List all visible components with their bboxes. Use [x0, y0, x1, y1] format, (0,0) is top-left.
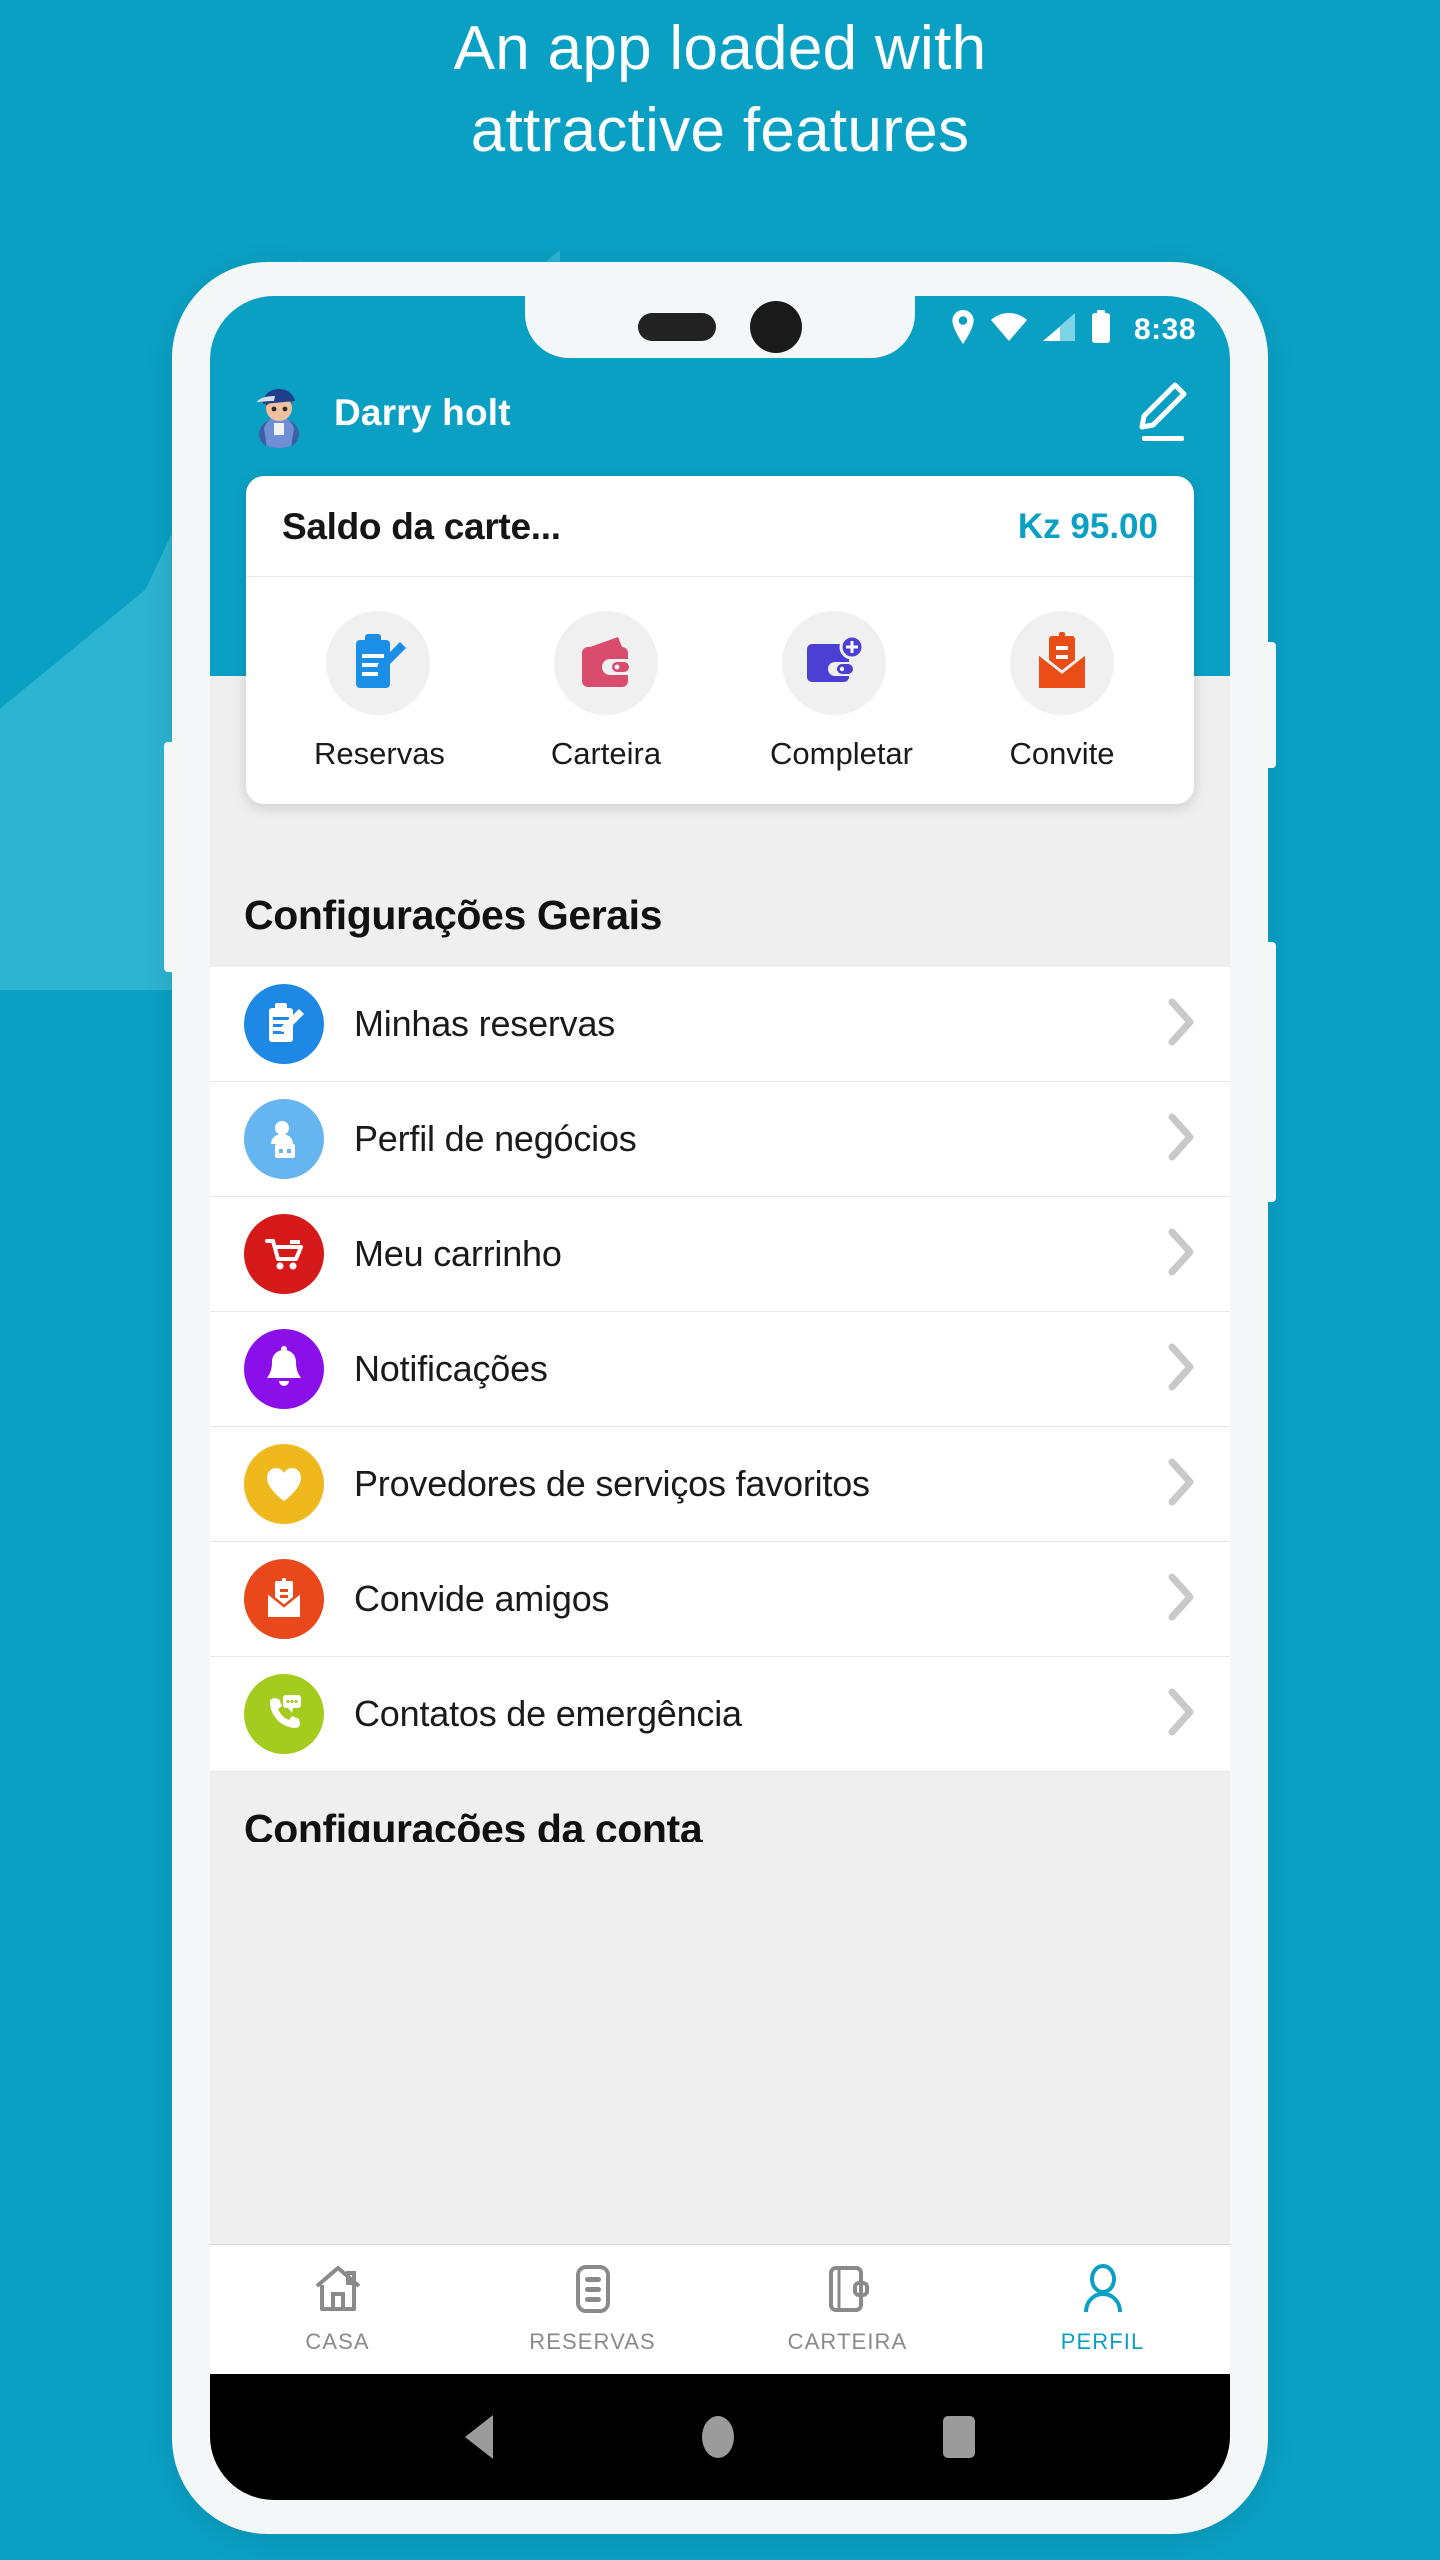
settings-content: Configurações Gerais Minhas reservas Per…	[210, 676, 1230, 1842]
clipboard-pencil-icon	[244, 984, 324, 1064]
list-item-convide-amigos[interactable]: Convide amigos	[210, 1542, 1230, 1657]
invite-envelope-icon	[244, 1559, 324, 1639]
avatar[interactable]	[244, 378, 314, 448]
header-user-name: Darry holt	[334, 392, 511, 433]
list-item-label: Notificações	[354, 1348, 548, 1389]
home-icon	[312, 2264, 364, 2319]
location-icon	[950, 310, 976, 349]
section-title-account: Configurações da conta	[210, 1772, 1230, 1842]
list-item-notificacoes[interactable]: Notificações	[210, 1312, 1230, 1427]
list-item-provedores-favoritos[interactable]: Provedores de serviços favoritos	[210, 1427, 1230, 1542]
list-item-meu-carrinho[interactable]: Meu carrinho	[210, 1197, 1230, 1312]
wallet-icon	[824, 2264, 872, 2319]
clipboard-pencil-icon	[326, 611, 430, 715]
promo-headline: An app loaded with attractive features	[0, 18, 1440, 162]
list-item-label: Meu carrinho	[354, 1233, 562, 1274]
shopping-cart-icon	[244, 1214, 324, 1294]
status-bar: 8:38	[210, 296, 1230, 358]
power-button[interactable]	[1260, 942, 1276, 1202]
front-camera	[750, 301, 802, 353]
android-navigation-bar	[210, 2374, 1230, 2500]
settings-list: Minhas reservas Perfil de negócios Meu c…	[210, 967, 1230, 1772]
status-bar-icons: 8:38	[950, 310, 1196, 349]
tab-casa[interactable]: CASA	[210, 2264, 465, 2355]
home-circle-icon[interactable]	[701, 2416, 734, 2458]
list-item-minhas-reservas[interactable]: Minhas reservas	[210, 967, 1230, 1082]
status-bar-time: 8:38	[1133, 312, 1196, 346]
chevron-right-icon	[1166, 1573, 1196, 1626]
quick-action-label: Carteira	[550, 736, 662, 771]
headline-line-2: attractive features	[470, 96, 970, 165]
wallet-balance-label: Saldo da carte...	[282, 506, 561, 547]
bottom-tab-bar: CASA RESERVAS CARTEIRA PERFIL	[210, 2244, 1230, 2374]
phone-screen: 8:38 Darry holt Saldo da carte... Kz 95.…	[210, 296, 1230, 2500]
list-item-contatos-emergencia[interactable]: Contatos de emergência	[210, 1657, 1230, 1772]
signal-icon	[1042, 312, 1076, 347]
list-item-label: Contatos de emergência	[354, 1693, 742, 1734]
phone-notch	[525, 296, 915, 358]
tab-label: PERFIL	[1060, 2329, 1145, 2354]
chevron-right-icon	[1166, 1113, 1196, 1166]
app-header: Darry holt	[210, 358, 1230, 468]
tab-carteira[interactable]: CARTEIRA	[720, 2264, 975, 2355]
list-item-label: Convide amigos	[354, 1578, 610, 1619]
wallet-balance-amount: Kz 95.00	[1017, 507, 1158, 546]
list-item-label: Perfil de negócios	[354, 1118, 637, 1159]
earpiece-speaker	[638, 313, 716, 341]
wifi-icon	[990, 312, 1028, 347]
quick-action-convite[interactable]: Convite	[948, 611, 1176, 774]
quick-actions-row: Reservas Carteira Completar Convite	[246, 577, 1194, 804]
volume-button[interactable]	[1260, 642, 1276, 768]
wallet-icon	[554, 611, 658, 715]
chevron-right-icon	[1166, 1343, 1196, 1396]
tab-reservas[interactable]: RESERVAS	[465, 2264, 720, 2355]
back-triangle-icon[interactable]	[464, 2415, 493, 2459]
quick-action-label: Completar	[770, 736, 913, 771]
list-item-perfil-de-negocios[interactable]: Perfil de negócios	[210, 1082, 1230, 1197]
recents-square-icon[interactable]	[943, 2416, 976, 2458]
bell-icon	[244, 1329, 324, 1409]
quick-action-reservas[interactable]: Reservas	[264, 611, 492, 774]
wallet-balance-row: Saldo da carte... Kz 95.00	[246, 476, 1194, 577]
tab-label: RESERVAS	[529, 2329, 656, 2354]
wallet-plus-icon	[782, 611, 886, 715]
wallet-balance-card: Saldo da carte... Kz 95.00 Reservas Cart…	[246, 476, 1194, 804]
phone-device-frame: 8:38 Darry holt Saldo da carte... Kz 95.…	[164, 262, 1276, 2534]
quick-action-carteira[interactable]: Carteira	[492, 611, 720, 774]
headline-line-1: An app loaded with	[453, 14, 987, 83]
quick-action-label: Reservas	[314, 736, 445, 771]
battery-icon	[1090, 310, 1112, 349]
chevron-right-icon	[1166, 1458, 1196, 1511]
list-item-label: Provedores de serviços favoritos	[354, 1463, 870, 1504]
chevron-right-icon	[1166, 998, 1196, 1051]
quick-action-completar[interactable]: Completar	[720, 611, 948, 774]
pencil-icon[interactable]	[1128, 380, 1190, 451]
person-icon	[1080, 2264, 1126, 2319]
section-title-general: Configurações Gerais	[244, 892, 663, 938]
left-side-button[interactable]	[164, 742, 180, 972]
emergency-call-icon	[244, 1674, 324, 1754]
list-icon	[571, 2264, 615, 2319]
chevron-right-icon	[1166, 1228, 1196, 1281]
tab-label: CASA	[305, 2329, 370, 2354]
quick-action-label: Convite	[1009, 736, 1115, 771]
tab-label: CARTEIRA	[787, 2329, 908, 2354]
heart-icon	[244, 1444, 324, 1524]
invite-envelope-icon	[1010, 611, 1114, 715]
list-item-label: Minhas reservas	[354, 1003, 616, 1044]
tab-perfil[interactable]: PERFIL	[975, 2264, 1230, 2355]
business-profile-icon	[244, 1099, 324, 1179]
chevron-right-icon	[1166, 1688, 1196, 1741]
